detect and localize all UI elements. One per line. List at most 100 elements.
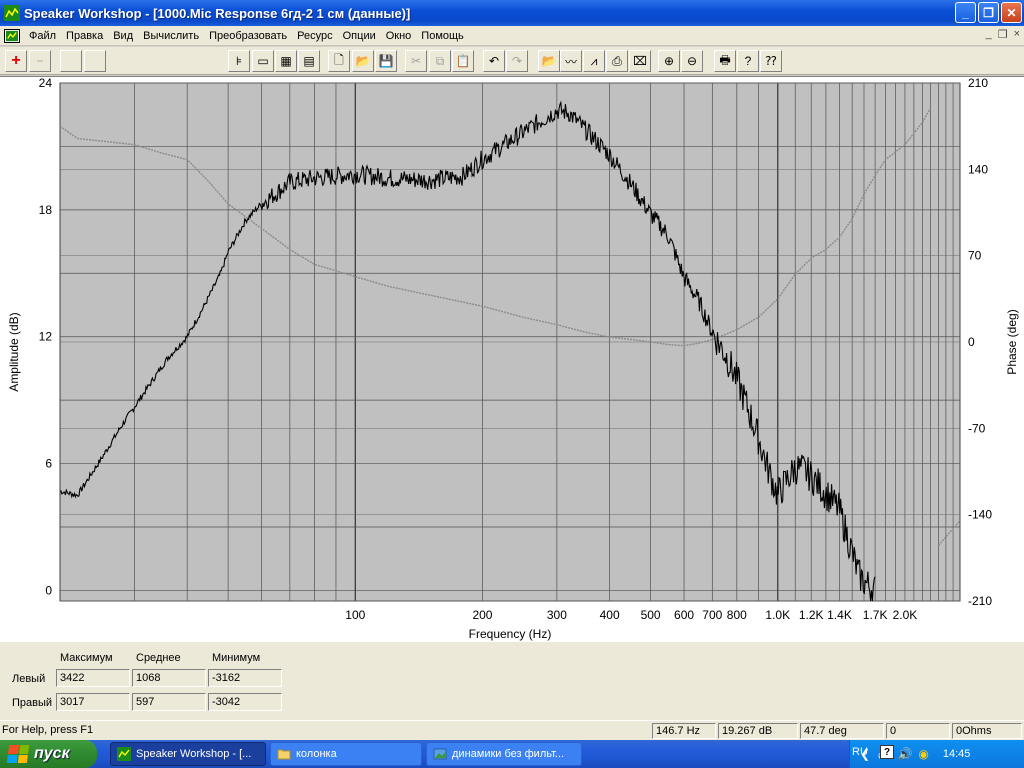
stats-header-max: Максимум [60,652,113,664]
language-help-icon[interactable]: ? [880,745,894,759]
remove-icon: − [36,54,44,68]
title-bar[interactable]: Speaker Workshop - [1000.Mic Response 6г… [0,0,1024,26]
stats-panel: Максимум Среднее Минимум Левый 3422 1068… [0,642,1024,720]
y-tick-label: 6 [45,457,52,471]
chart-1-button[interactable]: 〰 [560,50,582,72]
add-icon: + [11,52,21,69]
document-system-menu-icon[interactable] [4,28,20,43]
y2-tick-label: 0 [968,335,975,349]
image-viewer-icon [433,748,447,760]
stats-left-avg: 1068 [132,669,206,687]
x-tick-label: 1.4K [827,608,852,622]
delete-chart-button[interactable]: ⌧ [629,50,651,72]
help-button[interactable]: ? [737,50,759,72]
tray-app-icon[interactable]: ◉ [918,747,928,761]
menu-options[interactable]: Опции [338,30,381,42]
chart-panel: 0 6 12 18 24 -210 -140 -70 0 70 140 210 100 200 300 400… [0,76,1024,642]
mdi-minimize-button[interactable]: _ [986,28,992,41]
task-image-viewer[interactable]: динамики без фильт... [426,742,582,766]
cut-icon: ✂ [410,54,422,68]
menu-window[interactable]: Окно [381,30,417,42]
x-axis-label: Frequency (Hz) [469,627,552,641]
cut-button[interactable]: ✂ [405,50,427,72]
stats-header-avg: Среднее [136,652,181,664]
close-button[interactable]: ✕ [1001,2,1022,23]
task-folder[interactable]: колонка [270,742,422,766]
x-tick-label: 1.2K [799,608,824,622]
tray-clock[interactable]: 14:45 [943,748,971,760]
paste-button[interactable]: 📋 [452,50,474,72]
tray-speaker-icon[interactable]: 🔊 [897,747,912,761]
view-1-button[interactable]: ▭ [252,50,274,72]
minimize-button[interactable]: _ [955,2,976,23]
redo-button[interactable]: ↷ [506,50,528,72]
blank-2-button[interactable] [84,50,106,72]
stats-left-min: -3162 [208,669,282,687]
mdi-close-button[interactable]: × [1014,28,1020,41]
chart-2-button[interactable]: ⩘ [583,50,605,72]
menu-transform[interactable]: Преобразовать [204,30,292,42]
stats-right-max: 3017 [56,693,130,711]
x-tick-label: 1.7K [863,608,888,622]
menu-calculate[interactable]: Вычислить [138,30,204,42]
view-3-button[interactable]: ▤ [298,50,320,72]
x-tick-label: 1.0K [765,608,790,622]
export-button[interactable]: ⎙ [606,50,628,72]
task-label: Speaker Workshop - [... [136,748,252,760]
save-button[interactable]: 💾 [375,50,397,72]
view-2-button[interactable]: ▦ [275,50,297,72]
zoom-out-button[interactable]: ⊖ [681,50,703,72]
system-tray: ❮ 🖧 🔊 ◉ 14:45 [849,740,1024,768]
menu-edit[interactable]: Правка [61,30,108,42]
print-icon: 🖶 [719,52,731,67]
frequency-response-chart[interactable]: 0 6 12 18 24 -210 -140 -70 0 70 140 210 100 200 300 400… [0,77,1024,643]
task-label: колонка [296,748,337,760]
align-button[interactable]: ⊧ [228,50,250,72]
align-icon: ⊧ [235,54,243,68]
blank-1-button[interactable] [60,50,82,72]
copy-button[interactable]: ⧉ [429,50,451,72]
status-bar: For Help, press F1 146.7 Hz 19.267 dB 47… [0,720,1024,740]
remove-button[interactable]: − [29,50,51,72]
app-window: Speaker Workshop - [1000.Mic Response 6г… [0,0,1024,768]
start-button[interactable]: пуск [0,740,97,768]
open-doc-icon: 📂 [541,54,557,68]
zoom-in-icon: ⊕ [663,54,675,68]
y-tick-label: 12 [39,330,53,344]
view-1-icon: ▭ [257,54,269,68]
stats-right-min: -3042 [208,693,282,711]
status-phase: 47.7 deg [800,723,884,739]
toolbar: + − ⊧ ▭ ▦ ▤ 🗋 📂 💾 ✂ ⧉ 📋 ↶ ↷ 📂 〰 ⩘ ⎙ ⌧ ⊕ ⊖ 🖶? ⁇ [0,47,1024,75]
menu-resource[interactable]: Ресурс [292,30,337,42]
y-axis-label: Amplitude (dB) [7,312,21,391]
x-tick-label: 400 [600,608,620,622]
status-impedance: 0Ohms [952,723,1022,739]
restore-button[interactable]: ❐ [978,2,999,23]
x-tick-label: 300 [547,608,567,622]
new-file-button[interactable]: 🗋 [328,50,350,72]
paste-icon: 📋 [455,54,471,68]
y2-tick-label: -140 [968,508,992,522]
help-icon: ? [744,54,752,68]
x-tick-label: 500 [641,608,661,622]
menu-help[interactable]: Помощь [416,30,469,42]
speaker-workshop-app-icon [4,5,20,21]
language-indicator[interactable]: RU [852,746,868,758]
mdi-restore-button[interactable]: ❐ [998,28,1008,41]
task-speaker-workshop[interactable]: Speaker Workshop - [... [110,742,266,766]
mdi-controls: _ ❐ × [986,28,1020,41]
context-help-button[interactable]: ⁇ [760,50,782,72]
menu-file[interactable]: Файл [24,30,61,42]
undo-button[interactable]: ↶ [483,50,505,72]
x-tick-label: 700 [702,608,722,622]
print-button[interactable]: 🖶 [714,50,736,72]
window-title: Speaker Workshop - [1000.Mic Response 6г… [24,5,411,21]
add-button[interactable]: + [5,50,27,72]
y-tick-label: 0 [45,583,52,597]
folder-icon [277,749,291,760]
open-doc-button[interactable]: 📂 [538,50,560,72]
open-folder-button[interactable]: 📂 [352,50,374,72]
zoom-in-button[interactable]: ⊕ [658,50,680,72]
copy-icon: ⧉ [435,53,445,68]
menu-view[interactable]: Вид [108,30,138,42]
